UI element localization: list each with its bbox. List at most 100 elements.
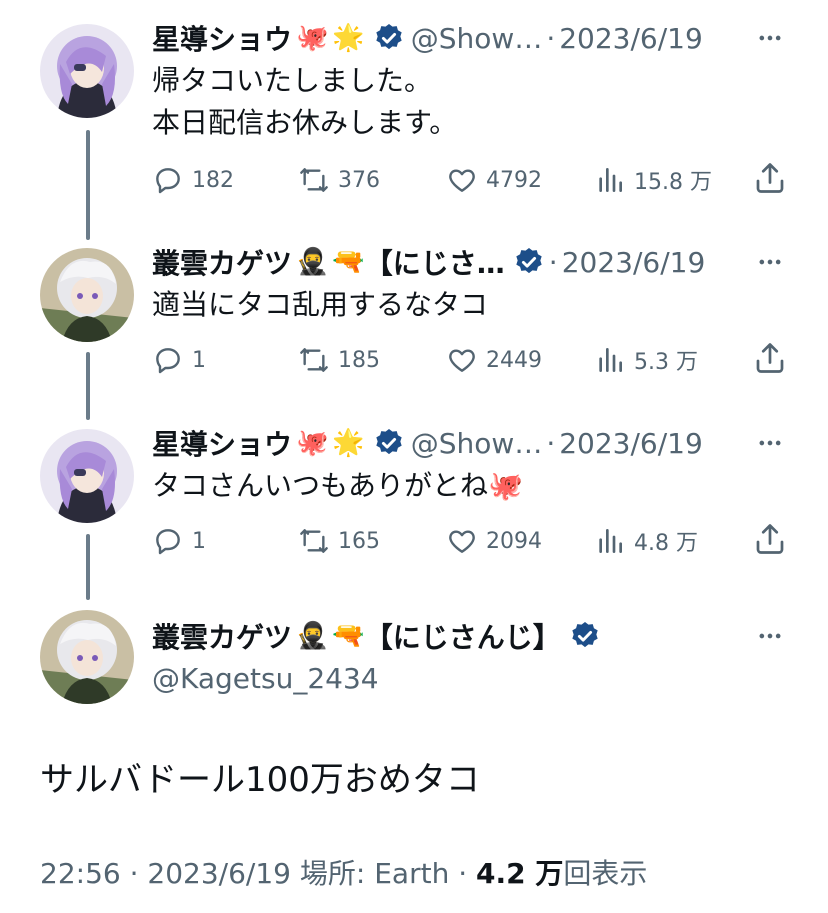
action-bar: 182 376 4792 15.8 万 [152, 160, 788, 200]
views-button[interactable]: 4.8 万 [594, 521, 698, 561]
tweet-line: 本日配信お休みします。 [152, 106, 458, 139]
retweet-button[interactable]: 376 [298, 160, 380, 200]
author-name[interactable]: 叢雲カゲツ [152, 616, 292, 656]
reply-icon [156, 348, 180, 374]
heart-icon [449, 530, 475, 553]
view-count: 5.3 万 [634, 350, 698, 375]
author-name[interactable]: 星導ショウ [152, 423, 292, 463]
view-count: 4.8 万 [634, 531, 698, 556]
octopus-emoji: 🐙 [296, 23, 329, 53]
tweet-text: 帰タコいたしました。 本日配信お休みします。 [152, 60, 788, 144]
verified-badge-icon [516, 248, 542, 274]
verified-badge-icon [376, 24, 402, 50]
tweet-2[interactable]: 叢雲カゲツ 🥷 🔫 【にじさ… · 2023/6/19 適当にタコ乱用するなタコ… [0, 240, 828, 400]
tweet-time[interactable]: 22:56 [40, 857, 121, 890]
avatar-shou[interactable] [40, 429, 134, 523]
like-button[interactable]: 4792 [446, 160, 542, 200]
reply-count: 1 [192, 528, 206, 554]
more-options-icon[interactable] [756, 429, 784, 457]
retweet-icon [300, 348, 328, 372]
tweet-text: タコさんいつもありがとね🐙 [152, 465, 788, 507]
author-name-tag[interactable]: 【にじさ… [365, 242, 505, 282]
like-button[interactable]: 2094 [446, 521, 542, 561]
share-button[interactable] [752, 521, 788, 557]
tweet-meta: 22:56 · 2023/6/19 場所: Earth · 4.2 万回表示 [40, 852, 647, 896]
views-button[interactable]: 5.3 万 [594, 340, 698, 380]
reply-button[interactable]: 182 [152, 160, 234, 200]
views-button[interactable]: 15.8 万 [594, 160, 712, 200]
focus-author[interactable]: 叢雲カゲツ 🥷 🔫 【にじさんじ】 [152, 614, 601, 658]
water-pistol-emoji: 🔫 [332, 247, 365, 277]
analytics-icon [599, 348, 622, 372]
tweet-header: 叢雲カゲツ 🥷 🔫 【にじさ… · 2023/6/19 [152, 240, 828, 284]
analytics-icon [599, 529, 622, 553]
more-options-icon[interactable] [756, 622, 784, 650]
retweet-icon [300, 168, 328, 192]
author-name[interactable]: 星導ショウ [152, 18, 292, 58]
share-icon [756, 524, 784, 554]
avatar-kagetsu[interactable] [40, 248, 134, 342]
heart-icon [449, 349, 475, 372]
like-count: 2094 [486, 528, 542, 554]
author-handle[interactable]: @Kagetsu_2434 [152, 658, 379, 700]
retweet-count: 376 [338, 167, 380, 193]
tweet-header: 星導ショウ 🐙 🌟 @Show… · 2023/6/19 [152, 16, 828, 60]
heart-icon [449, 169, 475, 192]
retweet-button[interactable]: 165 [298, 521, 380, 561]
tweet-line: 帰タコいたしました。 [152, 64, 433, 97]
author-name[interactable]: 叢雲カゲツ [152, 242, 292, 282]
water-pistol-emoji: 🔫 [332, 621, 365, 651]
tweet-3[interactable]: 星導ショウ 🐙 🌟 @Show… · 2023/6/19 タコさんいつもありがと… [0, 421, 828, 581]
tweet-date[interactable]: 2023/6/19 [559, 427, 703, 460]
author-handle[interactable]: @Show… [411, 22, 543, 55]
retweet-icon [300, 529, 328, 553]
ninja-emoji: 🥷 [296, 247, 329, 277]
reply-icon [156, 168, 180, 194]
view-count: 15.8 万 [634, 170, 712, 195]
action-bar: 1 165 2094 4.8 万 [152, 521, 788, 561]
tweet-1[interactable]: 星導ショウ 🐙 🌟 @Show… · 2023/6/19 帰タコいたしました。 … [0, 16, 828, 226]
verified-badge-icon [572, 622, 598, 648]
tweet-date[interactable]: 2023/6/19 [559, 22, 703, 55]
share-icon [756, 163, 784, 193]
author-handle[interactable]: @Show… [411, 427, 543, 460]
share-button[interactable] [752, 340, 788, 376]
separator: · [129, 857, 139, 890]
separator: · [458, 857, 468, 890]
ninja-emoji: 🥷 [296, 621, 329, 651]
retweet-count: 165 [338, 528, 380, 554]
reply-button[interactable]: 1 [152, 340, 206, 380]
views-total: 4.2 万 [476, 857, 564, 890]
reply-button[interactable]: 1 [152, 521, 206, 561]
more-options-icon[interactable] [756, 24, 784, 52]
tweet-text: 適当にタコ乱用するなタコ [152, 284, 788, 326]
more-options-icon[interactable] [756, 248, 784, 276]
author-name-tag[interactable]: 【にじさんじ】 [365, 616, 561, 656]
action-bar: 1 185 2449 5.3 万 [152, 340, 788, 380]
like-count: 2449 [486, 347, 542, 373]
avatar-kagetsu[interactable] [40, 610, 134, 704]
share-icon [756, 343, 784, 373]
analytics-icon [599, 168, 622, 192]
separator: · [546, 21, 556, 55]
tweet-location: 場所: Earth [299, 857, 450, 890]
separator: · [548, 245, 558, 279]
star-emoji: 🌟 [332, 23, 365, 53]
share-button[interactable] [752, 160, 788, 196]
separator: · [546, 426, 556, 460]
tweet-line: 適当にタコ乱用するなタコ [152, 288, 489, 321]
star-emoji: 🌟 [332, 428, 365, 458]
focus-tweet-text: サルバドール100万おめタコ [40, 760, 480, 800]
retweet-count: 185 [338, 347, 380, 373]
like-button[interactable]: 2449 [446, 340, 542, 380]
tweet-date[interactable]: 2023/6/19 [562, 246, 706, 279]
retweet-button[interactable]: 185 [298, 340, 380, 380]
avatar-shou[interactable] [40, 24, 134, 118]
reply-count: 1 [192, 347, 206, 373]
tweet-line: タコさんいつもありがとね🐙 [152, 469, 523, 502]
reply-icon [156, 529, 180, 555]
octopus-emoji: 🐙 [296, 428, 329, 458]
tweet-date[interactable]: 2023/6/19 [147, 857, 291, 890]
reply-count: 182 [192, 167, 234, 193]
tweet-header: 星導ショウ 🐙 🌟 @Show… · 2023/6/19 [152, 421, 828, 465]
